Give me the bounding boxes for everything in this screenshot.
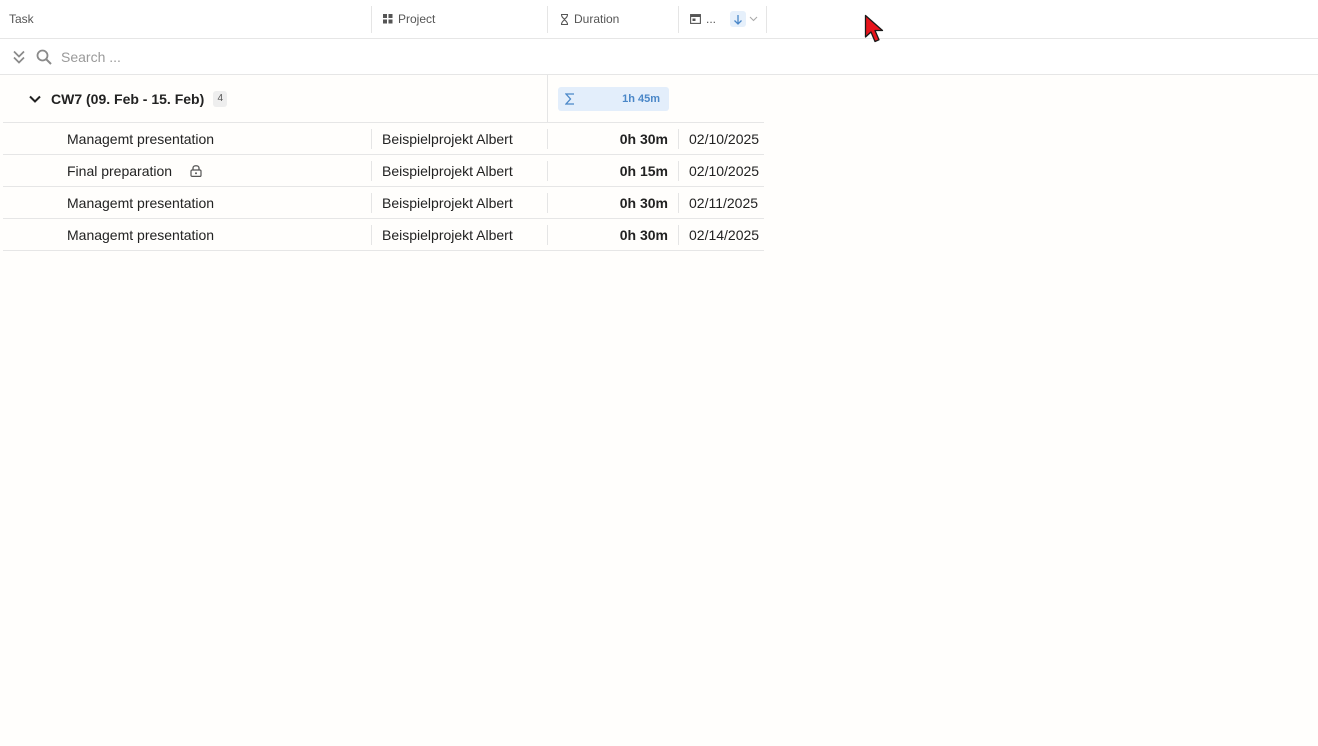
column-divider — [678, 193, 679, 213]
duration-value: 0h 30m — [619, 226, 668, 243]
project-name: Beispielprojekt Albert — [382, 130, 513, 147]
date-cell[interactable]: 02/14/2025 — [689, 219, 769, 250]
column-divider — [547, 161, 548, 181]
sort-descending-button[interactable] — [730, 11, 746, 27]
column-header-task-label: Task — [9, 12, 34, 26]
date-cell[interactable]: 02/10/2025 — [689, 155, 769, 186]
duration-value: 0h 30m — [619, 194, 668, 211]
task-cell[interactable]: Final preparation — [67, 155, 367, 186]
column-header-row: Task Project Duration ... — [0, 0, 1318, 39]
column-divider — [371, 161, 372, 181]
calendar-icon — [690, 14, 701, 24]
project-name: Beispielprojekt Albert — [382, 194, 513, 211]
group-duration-sum: 1h 45m — [558, 87, 669, 111]
table-row[interactable]: Managemt presentation Beispielprojekt Al… — [3, 219, 764, 251]
lock-icon — [190, 164, 202, 177]
column-resize-handle[interactable] — [678, 6, 679, 33]
column-header-duration-label: Duration — [574, 12, 620, 26]
group-row[interactable]: CW7 (09. Feb - 15. Feb) 4 1h 45m — [3, 75, 764, 123]
date-value: 02/10/2025 — [689, 130, 760, 147]
group-title: CW7 (09. Feb - 15. Feb) 4 — [51, 75, 228, 122]
column-divider — [678, 129, 679, 149]
column-divider — [371, 225, 372, 245]
column-header-duration[interactable]: Duration — [560, 0, 619, 38]
hourglass-icon — [560, 13, 569, 25]
duration-value: 0h 15m — [619, 162, 668, 179]
table-row[interactable]: Managemt presentation Beispielprojekt Al… — [3, 187, 764, 219]
column-divider — [371, 193, 372, 213]
sigma-icon — [565, 93, 575, 105]
duration-cell[interactable]: 0h 15m — [551, 155, 668, 186]
group-count-badge: 4 — [213, 90, 228, 107]
date-cell[interactable]: 02/11/2025 — [689, 187, 769, 218]
group-title-label: CW7 (09. Feb - 15. Feb) — [51, 90, 205, 107]
duration-value: 0h 30m — [619, 130, 668, 147]
column-divider — [678, 225, 679, 245]
project-name: Beispielprojekt Albert — [382, 226, 513, 243]
mouse-cursor-icon — [864, 14, 886, 49]
task-name: Managemt presentation — [67, 194, 215, 211]
search-bar — [0, 39, 1318, 75]
group-duration-sum-value: 1h 45m — [622, 93, 660, 105]
column-divider — [371, 129, 372, 149]
column-divider — [678, 161, 679, 181]
date-cell[interactable]: 02/10/2025 — [689, 123, 769, 154]
project-cell[interactable]: Beispielprojekt Albert — [382, 155, 542, 186]
task-cell[interactable]: Managemt presentation — [67, 219, 367, 250]
column-header-task[interactable]: Task — [9, 0, 34, 38]
chevron-down-icon[interactable] — [27, 91, 43, 107]
column-resize-handle[interactable] — [547, 6, 548, 33]
table-row[interactable]: Final preparation Beispielprojekt Albert… — [3, 155, 764, 187]
project-cell[interactable]: Beispielprojekt Albert — [382, 219, 542, 250]
task-name: Final preparation — [67, 162, 173, 179]
column-header-date[interactable]: ... — [690, 0, 758, 38]
expand-all-icon[interactable] — [13, 50, 25, 64]
column-header-date-label: ... — [706, 12, 717, 26]
grid-icon — [383, 14, 393, 24]
table-row[interactable]: Managemt presentation Beispielprojekt Al… — [3, 123, 764, 155]
search-input[interactable] — [61, 48, 461, 65]
column-resize-handle[interactable] — [766, 6, 767, 33]
column-divider — [547, 129, 548, 149]
arrow-down-icon — [734, 14, 742, 25]
duration-cell[interactable]: 0h 30m — [551, 187, 668, 218]
project-name: Beispielprojekt Albert — [382, 162, 513, 179]
project-cell[interactable]: Beispielprojekt Albert — [382, 123, 542, 154]
column-divider — [547, 193, 548, 213]
task-name: Managemt presentation — [67, 226, 215, 243]
date-value: 02/11/2025 — [689, 194, 759, 211]
duration-cell[interactable]: 0h 30m — [551, 123, 668, 154]
task-list-app: Task Project Duration ... Search ... CW7… — [0, 0, 1318, 746]
column-header-project[interactable]: Project — [383, 0, 435, 38]
column-header-project-label: Project — [398, 12, 436, 26]
duration-cell[interactable]: 0h 30m — [551, 219, 668, 250]
chevron-down-icon[interactable] — [749, 16, 758, 22]
task-cell[interactable]: Managemt presentation — [67, 187, 367, 218]
task-name: Managemt presentation — [67, 130, 215, 147]
column-resize-handle[interactable] — [371, 6, 372, 33]
date-value: 02/14/2025 — [689, 226, 760, 243]
task-cell[interactable]: Managemt presentation — [67, 123, 367, 154]
search-icon — [36, 49, 52, 65]
project-cell[interactable]: Beispielprojekt Albert — [382, 187, 542, 218]
column-divider — [547, 75, 548, 122]
date-value: 02/10/2025 — [689, 162, 760, 179]
column-divider — [547, 225, 548, 245]
